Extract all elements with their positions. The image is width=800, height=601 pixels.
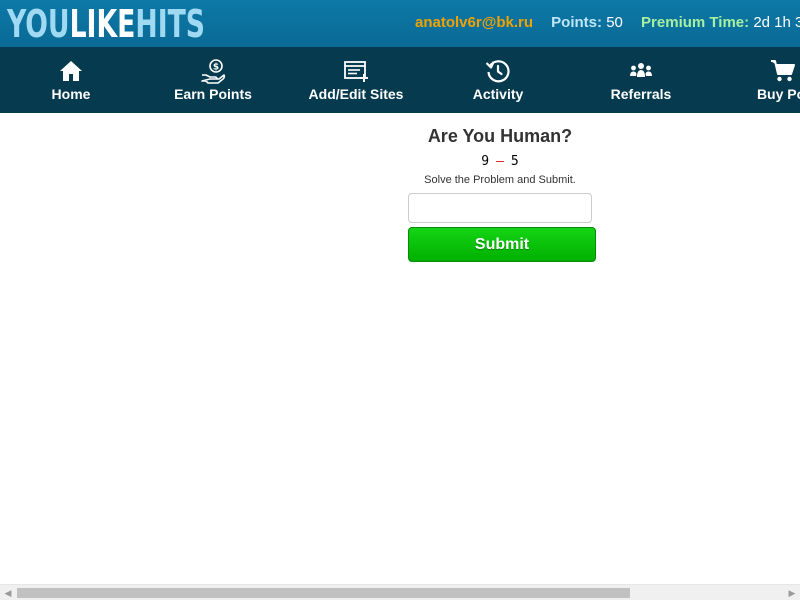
home-icon: [60, 61, 82, 81]
captcha-answer-input[interactable]: [408, 193, 592, 223]
svg-text:$: $: [213, 63, 219, 73]
nav-label-referrals: Referrals: [610, 86, 672, 102]
operand-1: 9: [481, 154, 490, 169]
youlikehits-logo[interactable]: YOULIKEHITS: [7, 4, 261, 44]
nav-item-home[interactable]: Home: [0, 47, 142, 113]
captcha-title: Are You Human?: [427, 126, 573, 146]
nav-item-activity[interactable]: Activity: [427, 47, 569, 113]
operand-2: 5: [510, 154, 519, 169]
captcha-instructions: Solve the Problem and Submit.: [424, 174, 576, 186]
top-header-bar: YOULIKEHITS anatolv6r@bk.ru Points: 50 P…: [0, 0, 800, 47]
nav-label-home: Home: [51, 86, 91, 102]
scrollbar-thumb[interactable]: [17, 588, 630, 598]
nav-item-add-edit-sites[interactable]: Add/Edit Sites: [285, 47, 427, 113]
logo-text-hits: HITS: [135, 2, 206, 46]
human-verification-panel: Are You Human? 9–5 Solve the Problem and…: [400, 125, 600, 262]
horizontal-scrollbar[interactable]: ◀ ▶: [0, 584, 800, 600]
nav-label-earn-points: Earn Points: [174, 86, 252, 102]
activity-history-icon: [485, 60, 510, 83]
nav-item-buy-points[interactable]: Buy Poi: [712, 47, 800, 113]
scroll-right-icon[interactable]: ▶: [784, 585, 800, 601]
submit-button[interactable]: Submit: [408, 227, 596, 262]
nav-item-earn-points[interactable]: $ Earn Points: [142, 47, 284, 113]
earn-points-icon: $: [201, 59, 226, 84]
nav-label-buy-points: Buy Poi: [756, 86, 800, 102]
nav-label-activity: Activity: [472, 86, 524, 102]
scroll-left-icon[interactable]: ◀: [0, 585, 16, 601]
points-value: 50: [606, 14, 623, 31]
logo-text-like: LIKE: [69, 2, 136, 46]
nav-item-referrals[interactable]: Referrals: [570, 47, 712, 113]
user-email[interactable]: anatolv6r@bk.ru: [415, 14, 533, 31]
account-summary: anatolv6r@bk.ru Points: 50 Premium Time:…: [415, 13, 800, 33]
premium-time-label: Premium Time:: [641, 14, 750, 31]
main-navigation: Home $ Earn Points Add/Edit Sites Activi…: [0, 47, 800, 113]
premium-time-value: 2d 1h 36: [753, 14, 800, 31]
operator: –: [496, 154, 504, 169]
add-edit-sites-icon: [344, 61, 368, 82]
math-problem: 9–5: [400, 154, 600, 172]
points-label: Points:: [551, 14, 603, 31]
shopping-cart-icon: [771, 60, 795, 82]
nav-label-add-edit-sites: Add/Edit Sites: [308, 86, 404, 102]
logo-text-you: YOU: [7, 2, 70, 46]
referrals-icon: [630, 63, 652, 77]
